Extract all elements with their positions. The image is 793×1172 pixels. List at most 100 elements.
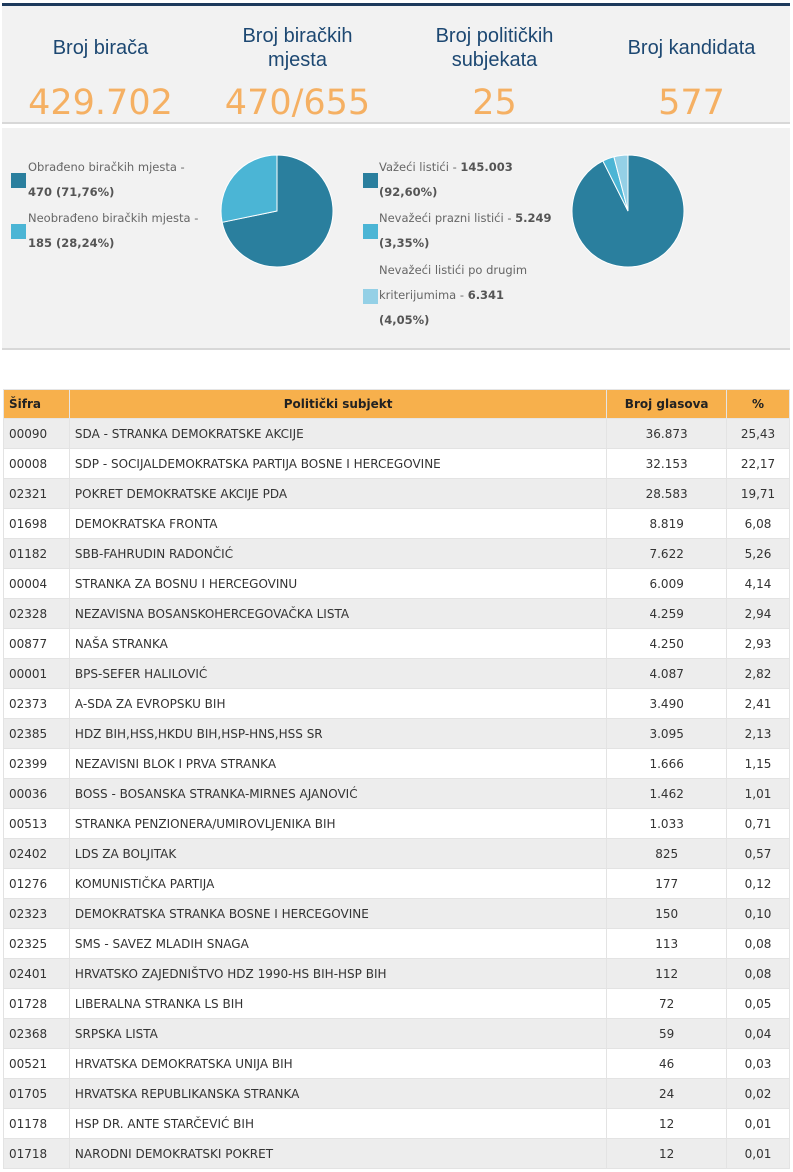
table-row: 00004 STRANKA ZA BOSNU I HERCEGOVINU 6.009… — [3, 568, 790, 599]
cell-code: 02402 — [3, 838, 70, 869]
cell-party: LDS ZA BOLJITAK — [68, 838, 608, 869]
legend-value: 6.341 — [467, 288, 505, 302]
cell-pct: 2,41 — [726, 688, 790, 719]
cell-pct: 2,93 — [726, 628, 790, 659]
header-party[interactable]: Politički subjekt — [68, 389, 608, 419]
table-row: 00513 STRANKA PENZIONERA/UMIROVLJENIKA BI… — [3, 808, 790, 839]
cell-code: 01718 — [3, 1138, 70, 1169]
table-row: 00008 SDP - SOCIJALDEMOKRATSKA PARTIJA BO… — [3, 448, 790, 479]
cell-pct: 2,13 — [726, 718, 790, 749]
legend-item-invalid-empty: Nevažeći prazni listići - 5.249 (3,35%) — [379, 206, 579, 256]
cell-party: BOSS - BOSANSKA STRANKA-MIRNES AJANOVIĆ — [68, 778, 608, 809]
legend-value: 5.249 — [515, 211, 552, 225]
table-row: 00521 HRVATSKA DEMOKRATSKA UNIJA BIH 46 0,0… — [3, 1048, 790, 1079]
cell-pct: 0,05 — [726, 988, 790, 1019]
cell-code: 01276 — [3, 868, 70, 899]
stat-label: Broj kandidata — [627, 37, 756, 59]
cell-pct: 4,14 — [726, 568, 790, 599]
legend-item-valid: Važeći listići - 145.003 (92,60%) — [379, 155, 579, 205]
cell-pct: 0,01 — [726, 1108, 790, 1139]
legend-value: 470 (71,76%) — [28, 185, 115, 199]
cell-code: 01178 — [3, 1108, 70, 1139]
cell-pct: 0,04 — [726, 1018, 790, 1049]
cell-votes: 113 — [606, 928, 728, 959]
header-code[interactable]: Šifra — [3, 389, 70, 419]
table-row: 02401 HRVATSKO ZAJEDNIŠTVO HDZ 1990-HS BI… — [3, 958, 790, 989]
table-row: 01728 LIBERALNA STRANKA LS BIH 72 0,05 — [3, 988, 790, 1019]
table-row: 00036 BOSS - BOSANSKA STRANKA-MIRNES AJAN… — [3, 778, 790, 809]
stat-label: Broj biračkih mjesta — [242, 25, 353, 71]
legend-label: Nevažeći listići po drugim — [379, 263, 528, 277]
cell-party: NEZAVISNA BOSANSKOHERCEGOVAČKA LISTA — [68, 598, 608, 629]
stat-label: Broj birača — [52, 37, 149, 59]
cell-party: NARODNI DEMOKRATSKI POKRET — [68, 1138, 608, 1169]
cell-votes: 36.873 — [606, 418, 728, 449]
cell-votes: 150 — [606, 898, 728, 929]
legend-swatch — [363, 289, 378, 304]
cell-votes: 7.622 — [606, 538, 728, 569]
table-row: 02399 NEZAVISNI BLOK I PRVA STRANKA 1.666 1… — [3, 748, 790, 779]
cell-pct: 0,03 — [726, 1048, 790, 1079]
cell-party: NEZAVISNI BLOK I PRVA STRANKA — [68, 748, 608, 779]
table-row: 02368 SRPSKA LISTA 59 0,04 — [3, 1018, 790, 1049]
table-row: 02373 A-SDA ZA EVROPSKU BIH 3.490 2,41 — [3, 688, 790, 719]
cell-code: 00090 — [3, 418, 70, 449]
table-row: 02325 SMS - SAVEZ MLADIH SNAGA 113 0,08 — [3, 928, 790, 959]
cell-pct: 0,01 — [726, 1138, 790, 1169]
pie-slice-unprocessed — [220, 154, 278, 223]
cell-code: 02368 — [3, 1018, 70, 1049]
cell-party: BPS-SEFER HALILOVIĆ — [68, 658, 608, 689]
table-row: 01705 HRVATSKA REPUBLIKANSKA STRANKA 24 0,0… — [3, 1078, 790, 1109]
cell-party: HDZ BIH,HSS,HKDU BIH,HSP-HNS,HSS SR — [68, 718, 608, 749]
cell-votes: 4.259 — [606, 598, 728, 629]
cell-pct: 1,15 — [726, 748, 790, 779]
cell-party: SRPSKA LISTA — [68, 1018, 608, 1049]
cell-pct: 1,01 — [726, 778, 790, 809]
cell-party: LIBERALNA STRANKA LS BIH — [68, 988, 608, 1019]
cell-votes: 12 — [606, 1108, 728, 1139]
cell-pct: 6,08 — [726, 508, 790, 539]
cell-party: HSP DR. ANTE STARČEVIĆ BIH — [68, 1108, 608, 1139]
cell-code: 00008 — [3, 448, 70, 479]
cell-code: 00004 — [3, 568, 70, 599]
table-row: 00877 NAŠA STRANKA 4.250 2,93 — [3, 628, 790, 659]
table-row: 02323 DEMOKRATSKA STRANKA BOSNE I HERCEGO… — [3, 898, 790, 929]
legend-swatch — [11, 224, 26, 239]
legend-value: 185 (28,24%) — [28, 236, 115, 250]
legend-label: Važeći listići - — [379, 160, 457, 174]
cell-votes: 8.819 — [606, 508, 728, 539]
stations-pie-chart — [220, 154, 334, 268]
cell-code: 00877 — [3, 628, 70, 659]
legend-swatch — [363, 173, 378, 188]
stat-value: 25 — [472, 83, 517, 123]
cell-code: 02321 — [3, 478, 70, 509]
cell-pct: 0,71 — [726, 808, 790, 839]
cell-code: 02373 — [3, 688, 70, 719]
cell-code: 02323 — [3, 898, 70, 929]
ballots-pie-chart — [571, 154, 685, 268]
cell-votes: 72 — [606, 988, 728, 1019]
cell-pct: 2,82 — [726, 658, 790, 689]
cell-votes: 59 — [606, 1018, 728, 1049]
cell-votes: 112 — [606, 958, 728, 989]
cell-votes: 12 — [606, 1138, 728, 1169]
legend-label: Obrađeno biračkih mjesta - — [28, 160, 185, 174]
cell-party: DEMOKRATSKA FRONTA — [68, 508, 608, 539]
cell-party: HRVATSKA DEMOKRATSKA UNIJA BIH — [68, 1048, 608, 1079]
charts-panel: Obrađeno biračkih mjesta - 470 (71,76%) … — [2, 128, 790, 350]
cell-pct: 0,02 — [726, 1078, 790, 1109]
cell-votes: 46 — [606, 1048, 728, 1079]
legend-percent: (4,05%) — [379, 313, 430, 327]
cell-code: 01698 — [3, 508, 70, 539]
table-header-row: Šifra Politički subjekt Broj glasova % — [3, 389, 790, 419]
legend-item-invalid-other: kriterijumima - 6.341 (4,05%) — [379, 283, 579, 333]
header-percent[interactable]: % — [726, 389, 790, 419]
legend-item-invalid-other-label: Nevažeći listići po drugim — [379, 258, 579, 283]
table-row: 00001 BPS-SEFER HALILOVIĆ 4.087 2,82 — [3, 658, 790, 689]
stats-panel: Broj birača 429.702 Broj biračkih mjesta… — [2, 3, 790, 124]
cell-party: SBB-FAHRUDIN RADONČIĆ — [68, 538, 608, 569]
cell-party: SDP - SOCIJALDEMOKRATSKA PARTIJA BOSNE I… — [68, 448, 608, 479]
table-row: 02328 NEZAVISNA BOSANSKOHERCEGOVAČKA LIST… — [3, 598, 790, 629]
table-row: 01276 KOMUNISTIČKA PARTIJA 177 0,12 — [3, 868, 790, 899]
header-votes[interactable]: Broj glasova — [606, 389, 728, 419]
